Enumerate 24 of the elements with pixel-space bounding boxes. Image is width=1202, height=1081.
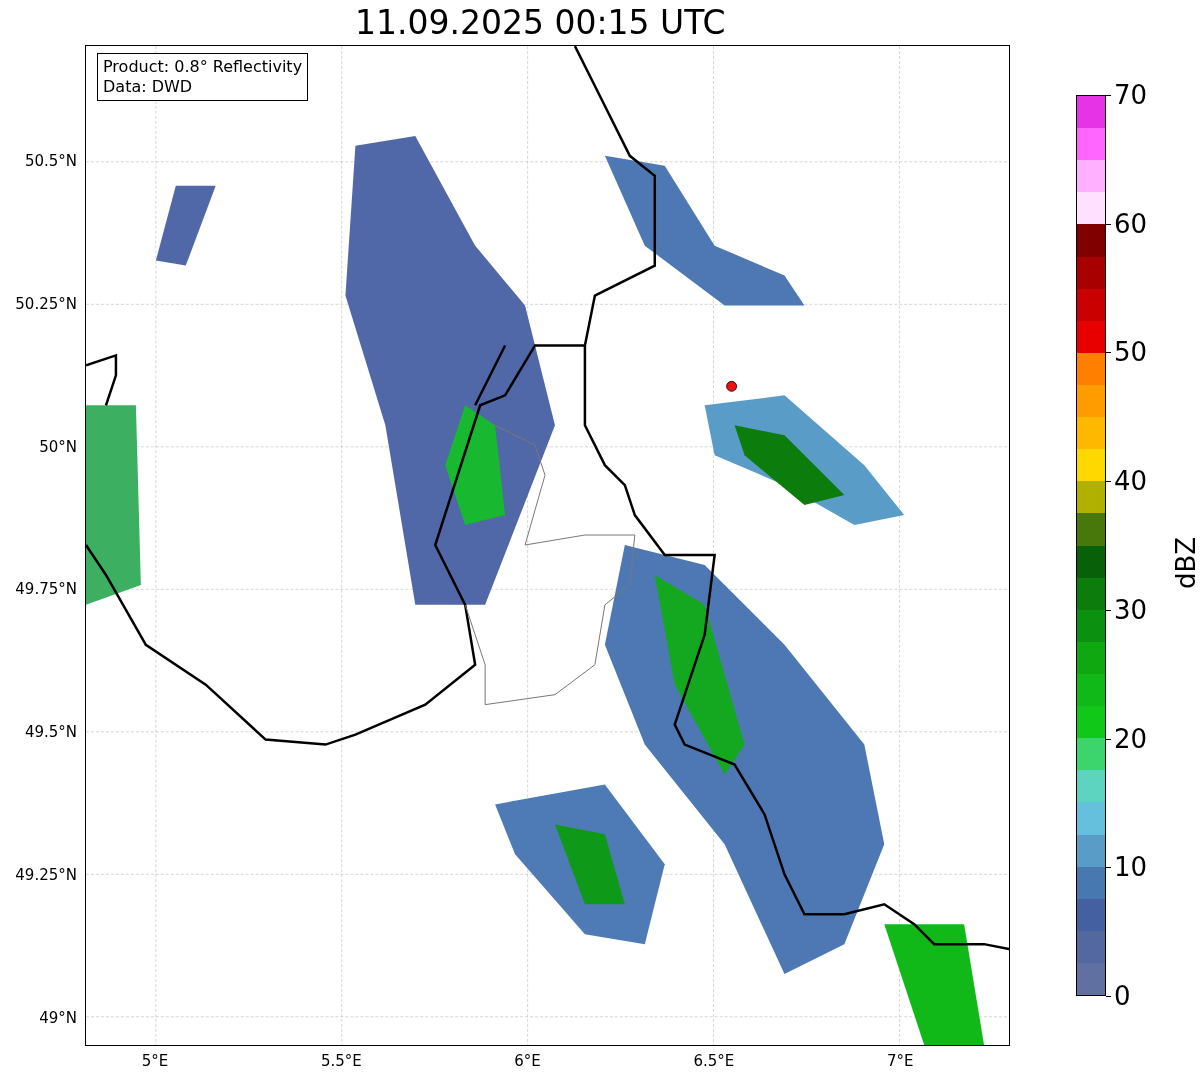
longitude-label: 5.5°E (320, 1052, 362, 1070)
latitude-label: 49.75°N (15, 580, 77, 599)
axis-label: dBZ (1171, 535, 1201, 592)
chart-title: 11.09.2025 00:15 UTC (355, 2, 726, 44)
tick-label: 20 (1114, 723, 1148, 754)
latitude-label: 49.25°N (15, 866, 77, 884)
longitude-label: 7°E (886, 1052, 914, 1070)
latitude-label: 49.5°N (24, 723, 77, 742)
tick-label: 50 (1114, 337, 1148, 368)
longitude-label: 6°E (514, 1052, 541, 1070)
tick-label: 60 (1114, 208, 1148, 239)
tick-label: 0 (1114, 981, 1131, 1011)
longitude-label: 5°E (141, 1052, 169, 1070)
latitude-label: 50°N (39, 437, 77, 456)
legend-text: Product: 0.8° Reflectivity (103, 57, 303, 77)
longitude-label: 6.5°E (693, 1052, 735, 1070)
tick-label: 40 (1114, 466, 1148, 497)
legend-text: Data: DWD (103, 77, 194, 97)
tick-label: 30 (1114, 594, 1148, 625)
tick-label: 10 (1114, 852, 1148, 883)
latitude-label: 50.25°N (15, 294, 77, 313)
tick-label: 70 (1114, 80, 1148, 110)
latitude-label: 49°N (39, 1008, 77, 1027)
latitude-label: 50.5°N (24, 152, 77, 170)
